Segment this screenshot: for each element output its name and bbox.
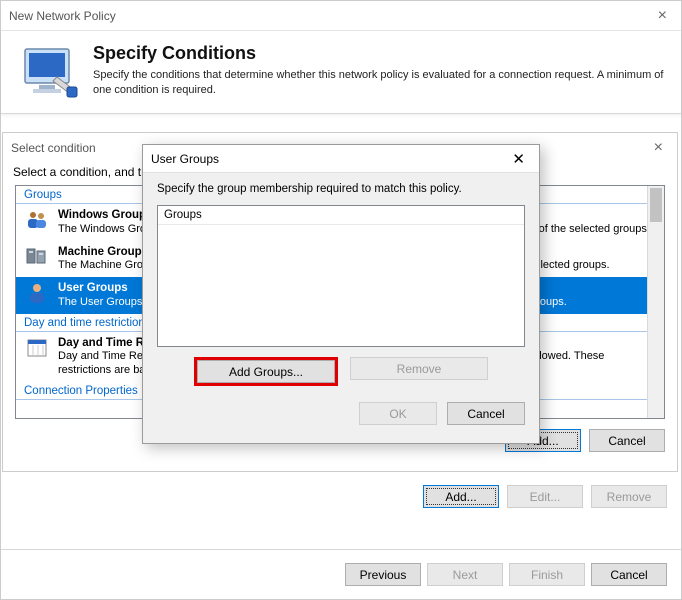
monitor-icon [19, 41, 81, 103]
wizard-titlebar: New Network Policy × [1, 1, 681, 31]
ug-bottom-row: OK Cancel [157, 402, 525, 425]
calendar-icon [24, 336, 50, 378]
edit-button: Edit... [507, 485, 583, 508]
scrollbar-thumb[interactable] [650, 188, 662, 222]
ug-list-header: Groups [158, 206, 524, 225]
wizard-description: Specify the conditions that determine wh… [93, 68, 665, 98]
finish-button: Finish [509, 563, 585, 586]
user-groups-dialog: User Groups ✕ Specify the group membersh… [142, 144, 540, 444]
servers-icon [24, 245, 50, 274]
ug-list[interactable]: Groups [157, 205, 525, 347]
ug-instruction: Specify the group membership required to… [157, 183, 525, 195]
cond-item-label: User Groups [58, 282, 128, 294]
ug-titlebar: User Groups ✕ [143, 145, 539, 173]
wizard-body [1, 114, 681, 122]
ug-title: User Groups [151, 152, 506, 166]
scrollbar[interactable] [647, 186, 664, 418]
ug-action-row: Add Groups... Remove [157, 357, 525, 386]
remove-group-button: Remove [350, 357, 488, 380]
person-icon [24, 281, 50, 310]
close-icon[interactable]: ✕ [506, 150, 531, 168]
people-icon [24, 208, 50, 237]
add-groups-button[interactable]: Add Groups... [197, 360, 335, 383]
close-icon[interactable]: × [648, 139, 669, 157]
wizard-header: Specify Conditions Specify the condition… [1, 31, 681, 114]
close-icon[interactable]: × [652, 7, 673, 25]
wizard-footer: Previous Next Finish Cancel [1, 549, 681, 599]
ug-body: Specify the group membership required to… [143, 173, 539, 435]
cond-item-label: Machine Groups [58, 246, 148, 258]
wizard-header-text: Specify Conditions Specify the condition… [93, 41, 665, 103]
remove-button: Remove [591, 485, 667, 508]
ug-cancel-button[interactable]: Cancel [447, 402, 525, 425]
cancel-button[interactable]: Cancel [591, 563, 667, 586]
add-groups-highlight: Add Groups... [194, 357, 338, 386]
ok-button: OK [359, 402, 437, 425]
wizard-title: New Network Policy [9, 9, 652, 23]
add-button[interactable]: Add... [423, 485, 499, 508]
cond-item-label: Windows Groups [58, 209, 152, 221]
next-button: Next [427, 563, 503, 586]
cond-cancel-button[interactable]: Cancel [589, 429, 665, 452]
wizard-mid-buttons: Add... Edit... Remove [423, 485, 667, 508]
wizard-heading: Specify Conditions [93, 43, 665, 64]
previous-button[interactable]: Previous [345, 563, 421, 586]
